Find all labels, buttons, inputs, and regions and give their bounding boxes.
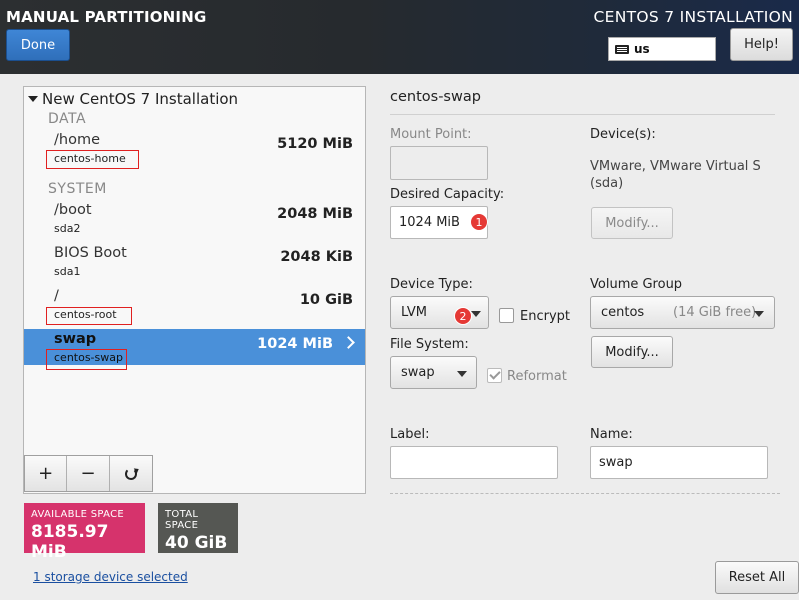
- group-label-system: SYSTEM: [48, 181, 107, 197]
- total-space-box: TOTAL SPACE 40 GiB: [158, 503, 238, 553]
- available-space-value: 8185.97 MiB: [31, 522, 109, 562]
- mount-point-size: 5120 MiB: [277, 136, 353, 152]
- available-space-box: AVAILABLE SPACE 8185.97 MiB: [24, 503, 145, 562]
- annotation-box: [46, 349, 127, 370]
- encrypt-label: Encrypt: [520, 309, 570, 324]
- device-type-label: Device Type:: [390, 277, 473, 292]
- partition-toolbar: + −: [24, 455, 153, 492]
- available-space-label: AVAILABLE SPACE: [31, 509, 124, 520]
- refresh-button[interactable]: [110, 456, 152, 491]
- done-button[interactable]: Done: [6, 29, 70, 61]
- expand-triangle-icon[interactable]: [28, 96, 38, 102]
- encrypt-checkbox[interactable]: [499, 308, 514, 323]
- installer-title: CENTOS 7 INSTALLATION: [593, 8, 793, 26]
- devices-value: VMware, VMware Virtual S: [590, 159, 761, 174]
- page-title: MANUAL PARTITIONING: [6, 8, 207, 26]
- installation-root[interactable]: New CentOS 7 Installation: [28, 90, 238, 108]
- divider: [390, 493, 780, 494]
- tree-row-bios-boot[interactable]: BIOS Boot sda1 2048 KiB: [24, 245, 365, 281]
- file-system-select[interactable]: swap: [390, 356, 477, 389]
- mount-point-name: /boot: [54, 202, 92, 218]
- remove-mount-point-button[interactable]: −: [67, 456, 110, 491]
- mount-point-tree: New CentOS 7 Installation DATA /home cen…: [23, 86, 366, 494]
- annotation-badge-1: 1: [470, 213, 488, 231]
- volume-group-free: (14 GiB free): [673, 305, 757, 320]
- reformat-label: Reformat: [507, 369, 567, 384]
- file-system-label: File System:: [390, 337, 469, 352]
- mount-point-name: /home: [54, 132, 100, 148]
- add-mount-point-button[interactable]: +: [25, 456, 68, 491]
- annotation-box: [46, 307, 132, 325]
- storage-devices-link[interactable]: 1 storage device selected: [33, 570, 188, 584]
- mount-point-name: swap: [54, 331, 97, 347]
- mount-point-input[interactable]: [390, 146, 488, 180]
- desired-capacity-label: Desired Capacity:: [390, 187, 505, 202]
- installation-root-label: New CentOS 7 Installation: [42, 90, 239, 108]
- mount-point-size: 2048 KiB: [280, 249, 353, 265]
- annotation-box: [46, 150, 139, 169]
- file-system-value: swap: [401, 365, 435, 380]
- help-button[interactable]: Help!: [730, 28, 793, 61]
- reformat-checkbox[interactable]: [487, 368, 502, 383]
- total-space-label: TOTAL SPACE: [165, 509, 199, 531]
- label-field-label: Label:: [390, 427, 430, 442]
- dropdown-arrow-icon: [457, 371, 467, 377]
- device-type-select[interactable]: LVM: [390, 296, 489, 329]
- dropdown-arrow-icon: [471, 311, 481, 317]
- header-bar: MANUAL PARTITIONING CENTOS 7 INSTALLATIO…: [0, 0, 799, 74]
- volume-group-value: centos: [601, 305, 645, 320]
- mount-point-label: Mount Point:: [390, 127, 472, 142]
- keyboard-layout-indicator[interactable]: us: [608, 37, 716, 61]
- devices-value-sub: (sda): [590, 176, 624, 191]
- volume-group-select[interactable]: centos (14 GiB free): [590, 296, 775, 329]
- refresh-icon: [124, 467, 137, 480]
- tree-row-boot[interactable]: /boot sda2 2048 MiB: [24, 202, 365, 238]
- modify-devices-button[interactable]: Modify...: [591, 207, 673, 239]
- devices-label: Device(s):: [590, 127, 656, 142]
- group-label-data: DATA: [48, 111, 87, 127]
- name-input[interactable]: swap: [590, 446, 768, 479]
- divider: [390, 114, 775, 115]
- total-space-value: 40 GiB: [165, 533, 228, 553]
- annotation-badge-2: 2: [454, 307, 472, 325]
- selected-device-title: centos-swap: [390, 89, 481, 105]
- mount-point-size: 1024 MiB: [257, 336, 333, 352]
- device-type-value: LVM: [401, 305, 427, 320]
- dropdown-arrow-icon: [754, 311, 764, 317]
- keyboard-icon: [615, 44, 629, 54]
- chevron-right-icon: [342, 336, 355, 349]
- modify-volume-group-button[interactable]: Modify...: [591, 336, 673, 368]
- mount-point-device: sda2: [54, 222, 81, 235]
- reset-all-button[interactable]: Reset All: [715, 561, 799, 594]
- mount-point-size: 2048 MiB: [277, 206, 353, 222]
- mount-point-size: 10 GiB: [299, 292, 353, 308]
- mount-point-device: sda1: [54, 265, 81, 278]
- mount-point-name: BIOS Boot: [54, 245, 127, 261]
- label-input[interactable]: [390, 446, 558, 479]
- mount-point-name: /: [54, 288, 59, 304]
- volume-group-label: Volume Group: [590, 277, 683, 292]
- keyboard-layout-label: us: [634, 42, 650, 56]
- name-field-label: Name:: [590, 427, 633, 442]
